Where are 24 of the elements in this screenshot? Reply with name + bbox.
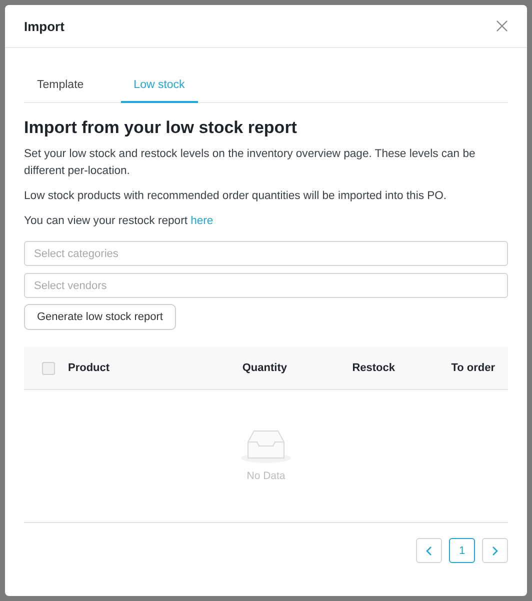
report-line: You can view your restock report here — [24, 214, 214, 229]
column-header: Restock — [351, 362, 395, 374]
column-header: Quantity — [241, 362, 287, 374]
select-field[interactable]: Select vendors — [24, 273, 508, 298]
column-header: Product — [68, 362, 111, 374]
empty-state-text: No Data — [246, 470, 286, 482]
dialog-title: Import — [24, 18, 64, 34]
empty-inbox-icon — [240, 430, 292, 464]
next-page-button[interactable] — [482, 538, 508, 563]
section-heading: Import from your low stock report — [24, 118, 298, 138]
generate-button[interactable]: Generate low stock report — [24, 304, 176, 330]
description-text: Set your low stock and restock levels on the inventory overview page. These levels can be different per-location. — [24, 147, 476, 179]
page-button[interactable]: 1 — [449, 538, 475, 563]
select-field[interactable]: Select categories — [24, 241, 508, 266]
report-link[interactable]: here — [190, 215, 214, 227]
column-header: To order — [450, 362, 495, 374]
chevron-left-icon — [425, 546, 433, 556]
previous-page-button[interactable] — [416, 538, 442, 563]
tab[interactable]: Template — [24, 68, 97, 103]
chevron-right-icon — [491, 546, 499, 556]
close-icon[interactable] — [496, 20, 508, 32]
select-all-checkbox[interactable] — [42, 362, 54, 374]
description-text: Low stock products with recommended order quantities will be imported into this PO. — [24, 189, 448, 204]
tab[interactable]: Low stock — [120, 68, 198, 103]
